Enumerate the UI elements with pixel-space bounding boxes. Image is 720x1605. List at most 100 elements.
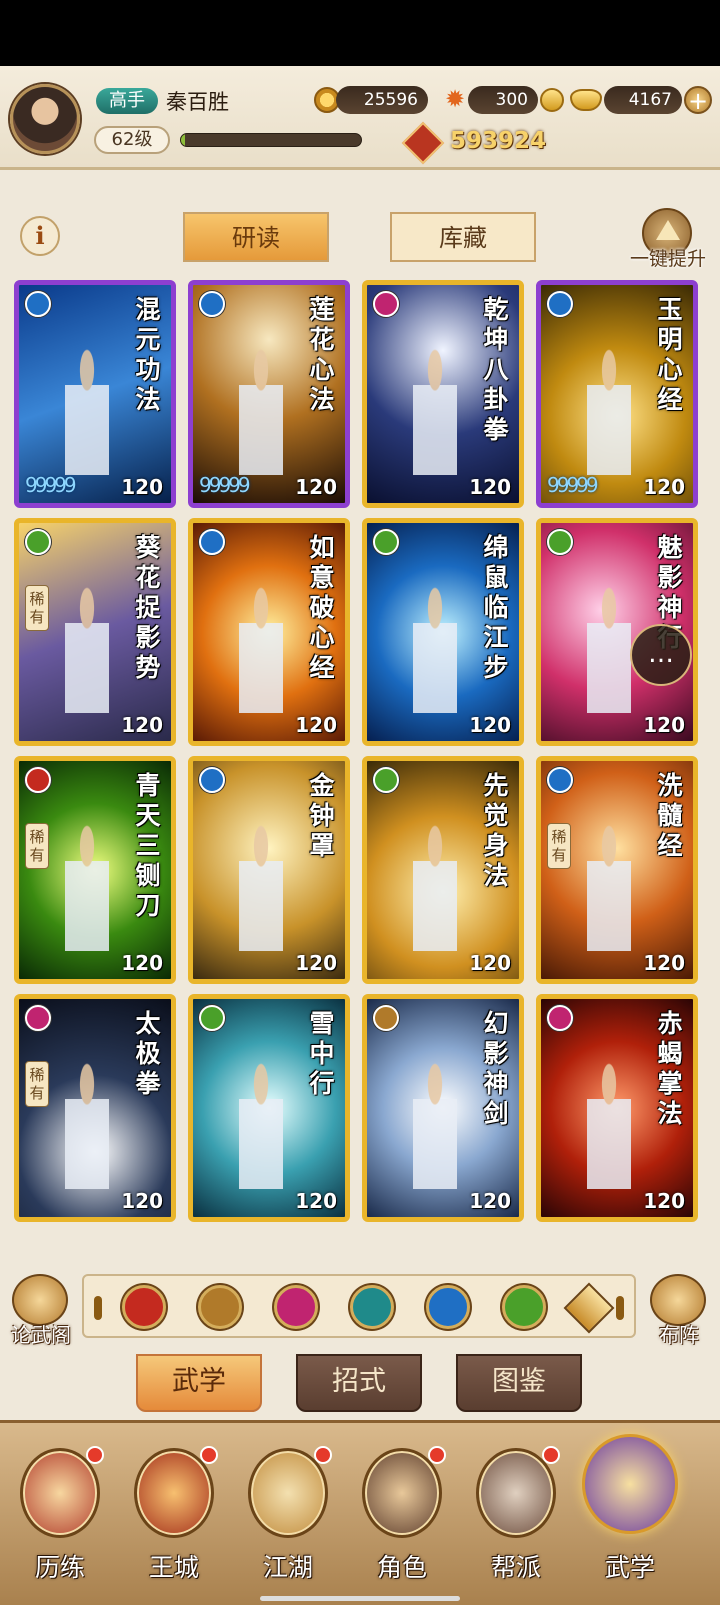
card-title: 绵鼠临江步 <box>483 533 509 682</box>
nav-martial-arts[interactable]: 武学 <box>580 1434 680 1598</box>
player-avatar[interactable] <box>10 84 80 154</box>
lunwuge-button[interactable]: 论武阁 <box>4 1272 78 1348</box>
nav-label: 帮派 <box>490 1553 541 1582</box>
card-title: 玉明心经 <box>657 295 683 414</box>
rarity-badge: 稀有 <box>25 585 49 631</box>
filter-inner-icon[interactable] <box>426 1285 470 1329</box>
lunwuge-label: 论武阁 <box>11 1323 71 1347</box>
rarity-badge: 稀有 <box>25 1061 49 1107</box>
tab-study[interactable]: 研读 <box>183 212 329 262</box>
card-character <box>221 1059 301 1199</box>
skill-card[interactable]: 金钟罩 120 <box>188 756 350 984</box>
card-character <box>47 583 127 723</box>
card-character <box>395 583 475 723</box>
coin-count: 25596 <box>336 86 428 114</box>
notification-dot <box>86 1446 104 1464</box>
nav-jianghu[interactable]: 江湖 <box>238 1446 338 1598</box>
flame-icon: ✹ <box>444 85 466 113</box>
card-title: 洗髓经 <box>657 771 683 860</box>
notification-dot <box>542 1446 560 1464</box>
nav-character[interactable]: 角色 <box>352 1446 452 1598</box>
one-click-upgrade-button[interactable]: 一键提升 <box>620 208 716 274</box>
card-progress-drops: 99999 <box>199 473 251 497</box>
formation-button[interactable]: 布阵 <box>642 1272 716 1348</box>
info-button[interactable]: i <box>20 216 60 256</box>
skill-card[interactable]: 洗髓经稀有 120 <box>536 756 698 984</box>
filter-palm-icon[interactable] <box>350 1285 394 1329</box>
skill-card[interactable]: 太极拳稀有 120 <box>14 994 176 1222</box>
skill-card[interactable]: 幻影神剑 120 <box>362 994 524 1222</box>
skill-card[interactable]: 青天三铡刀 稀有 120 <box>14 756 176 984</box>
card-character <box>395 1059 475 1199</box>
filter-sword-icon[interactable] <box>198 1285 242 1329</box>
nav-label: 江湖 <box>262 1553 313 1582</box>
status-bar <box>0 0 720 66</box>
card-level: 120 <box>643 1189 685 1213</box>
subtab-codex[interactable]: 图鉴 <box>456 1354 582 1412</box>
formation-label: 布阵 <box>659 1323 699 1347</box>
skill-card[interactable]: 莲花心法 99999 120 <box>188 280 350 508</box>
filter-bar-left-pin <box>94 1296 102 1320</box>
nav-label: 角色 <box>376 1553 427 1582</box>
card-level: 120 <box>121 1189 163 1213</box>
card-character <box>221 583 301 723</box>
chat-bubble-icon[interactable]: … <box>630 624 692 686</box>
skill-card[interactable]: 雪中行 120 <box>188 994 350 1222</box>
nav-label: 历练 <box>34 1553 85 1582</box>
card-level: 120 <box>121 713 163 737</box>
card-character <box>221 821 301 961</box>
card-progress-drops: 99999 <box>547 473 599 497</box>
nav-training[interactable]: 历练 <box>10 1446 110 1598</box>
card-level: 120 <box>295 951 337 975</box>
card-character <box>395 821 475 961</box>
water-type-icon <box>25 291 51 317</box>
card-title: 青天三铡刀 <box>135 771 161 920</box>
card-level: 120 <box>295 1189 337 1213</box>
skill-card[interactable]: 葵花捉影势 稀有 120 <box>14 518 176 746</box>
card-title: 雪中行 <box>309 1009 335 1098</box>
nav-guild[interactable]: 帮派 <box>466 1446 566 1598</box>
water-type-icon <box>547 291 573 317</box>
skill-card[interactable]: 绵鼠临江步 120 <box>362 518 524 746</box>
notification-dot <box>428 1446 446 1464</box>
add-gold-button[interactable]: + <box>684 86 712 114</box>
skill-card[interactable]: 先觉身法 120 <box>362 756 524 984</box>
card-level: 120 <box>643 951 685 975</box>
filter-fist-icon[interactable] <box>274 1285 318 1329</box>
fist-type-icon <box>547 1005 573 1031</box>
card-title: 赤蝎掌法 <box>657 1009 683 1128</box>
card-character <box>569 345 649 485</box>
gold-ingot-icon <box>570 89 602 111</box>
subtab-moves[interactable]: 招式 <box>296 1354 422 1412</box>
tab-storage[interactable]: 库藏 <box>390 212 536 262</box>
wind-type-icon <box>25 529 51 555</box>
skill-card[interactable]: 乾坤八卦拳 120 <box>362 280 524 508</box>
exchange-icon[interactable] <box>540 88 564 112</box>
card-title: 太极拳 <box>135 1009 161 1098</box>
card-character <box>47 345 127 485</box>
card-character <box>47 1059 127 1199</box>
nav-label: 王城 <box>148 1553 199 1582</box>
nav-label: 武学 <box>604 1553 655 1582</box>
card-level: 120 <box>469 951 511 975</box>
rarity-badge: 稀有 <box>547 823 571 869</box>
wind-type-icon <box>373 529 399 555</box>
skill-card[interactable]: 混元功法 99999 120 <box>14 280 176 508</box>
card-character <box>47 821 127 961</box>
card-title: 莲花心法 <box>309 295 335 414</box>
filter-movement-icon[interactable] <box>502 1285 546 1329</box>
card-title: 先觉身法 <box>483 771 509 890</box>
card-progress-drops: 99999 <box>25 473 77 497</box>
sword-type-icon <box>373 1005 399 1031</box>
player-name: 秦百胜 <box>166 90 229 114</box>
water-type-icon <box>199 529 225 555</box>
subtab-martial-arts[interactable]: 武学 <box>136 1354 262 1412</box>
skill-card[interactable]: 玉明心经 99999 120 <box>536 280 698 508</box>
notification-dot <box>200 1446 218 1464</box>
skill-card[interactable]: 如意破心经 120 <box>188 518 350 746</box>
nav-royal-city[interactable]: 王城 <box>124 1446 224 1598</box>
filter-blade-icon[interactable] <box>122 1285 166 1329</box>
exp-bar-fill <box>181 134 185 146</box>
skill-card[interactable]: 赤蝎掌法 120 <box>536 994 698 1222</box>
card-character <box>395 345 475 485</box>
